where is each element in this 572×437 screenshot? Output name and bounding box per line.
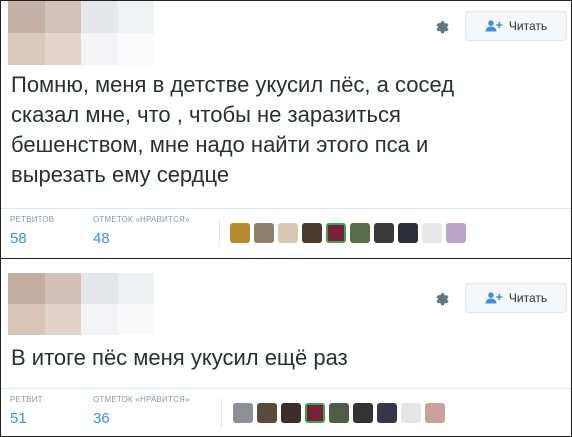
liker-avatars (230, 223, 466, 243)
liker-avatar[interactable] (398, 223, 418, 243)
tweet-card: Читать В итоге пёс меня укусил ещё раз Р… (1, 259, 571, 436)
retweets-label: РЕТВИТОВ (10, 215, 55, 224)
liker-avatar[interactable] (446, 223, 466, 243)
add-user-icon (485, 292, 503, 304)
stats-divider (219, 219, 220, 247)
add-user-icon (485, 20, 503, 32)
liker-avatar[interactable] (326, 223, 346, 243)
follow-button-label: Читать (508, 19, 548, 33)
screenshot-frame: Читать Помню, меня в детстве укусил пёс,… (0, 0, 572, 437)
likes-count: 36 (93, 410, 110, 427)
tweet-text: Помню, меня в детстве укусил пёс, а сосе… (11, 72, 455, 187)
follow-button[interactable]: Читать (465, 11, 567, 41)
liker-avatar[interactable] (281, 403, 301, 423)
liker-avatar[interactable] (233, 403, 253, 423)
stats-divider (221, 399, 222, 427)
retweets-count: 58 (10, 230, 27, 247)
liker-avatar[interactable] (254, 223, 274, 243)
liker-avatar[interactable] (230, 223, 250, 243)
tweet-card: Читать Помню, меня в детстве укусил пёс,… (1, 1, 571, 259)
likes-count: 48 (93, 230, 110, 247)
liker-avatar[interactable] (374, 223, 394, 243)
liker-avatar[interactable] (353, 403, 373, 423)
liker-avatar[interactable] (401, 403, 421, 423)
tweet-stats: РЕТВИТОВ 58 ОТМЕТОК «НРАВИТСЯ» 48 (1, 208, 571, 255)
liker-avatar[interactable] (425, 403, 445, 423)
liker-avatar[interactable] (257, 403, 277, 423)
retweets-stat[interactable]: РЕТВИТ 51 (10, 395, 43, 427)
avatar[interactable] (8, 273, 154, 335)
follow-button[interactable]: Читать (465, 283, 567, 313)
retweets-label: РЕТВИТ (10, 395, 43, 404)
likes-label: ОТМЕТОК «НРАВИТСЯ» (93, 215, 190, 224)
liker-avatar[interactable] (302, 223, 322, 243)
gear-icon[interactable] (432, 289, 452, 309)
avatar[interactable] (8, 1, 154, 65)
likes-stat[interactable]: ОТМЕТОК «НРАВИТСЯ» 36 (93, 395, 190, 427)
liker-avatars (233, 403, 445, 423)
retweets-stat[interactable]: РЕТВИТОВ 58 (10, 215, 54, 247)
liker-avatar[interactable] (329, 403, 349, 423)
likes-stat[interactable]: ОТМЕТОК «НРАВИТСЯ» 48 (93, 215, 190, 247)
liker-avatar[interactable] (377, 403, 397, 423)
gear-icon[interactable] (432, 17, 452, 37)
liker-avatar[interactable] (422, 223, 442, 243)
likes-label: ОТМЕТОК «НРАВИТСЯ» (93, 395, 190, 404)
liker-avatar[interactable] (278, 223, 298, 243)
tweet-text: В итоге пёс меня укусил ещё раз (11, 345, 348, 370)
liker-avatar[interactable] (350, 223, 370, 243)
retweets-count: 51 (10, 410, 27, 427)
follow-button-label: Читать (508, 291, 548, 305)
liker-avatar[interactable] (305, 403, 325, 423)
tweet-stats: РЕТВИТ 51 ОТМЕТОК «НРАВИТСЯ» 36 (1, 388, 571, 435)
